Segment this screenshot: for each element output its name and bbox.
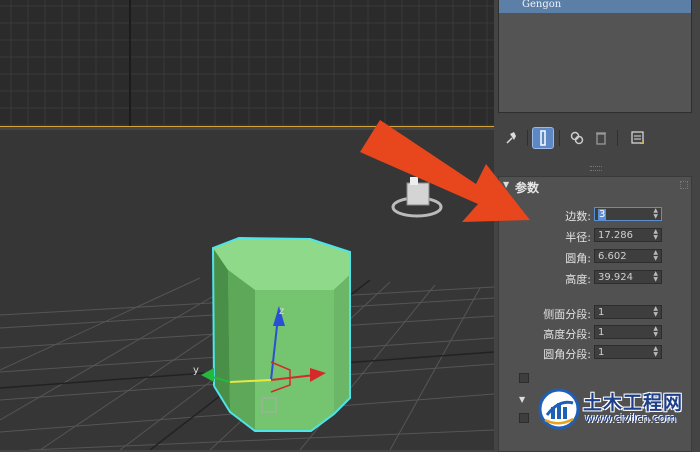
top-viewport-grid <box>0 0 494 126</box>
param-value: 6.602 <box>598 251 627 262</box>
spinner-arrows-icon[interactable]: ▲ ▼ <box>653 250 658 262</box>
param-value: 1 <box>598 307 605 318</box>
sub-rollout-triangle-icon[interactable]: ▼ <box>519 395 525 404</box>
param-row-fillet-segs: 圆角分段: 1 ▲ ▼ <box>499 345 691 361</box>
watermark-logo: 土木工程网 www.civilcn.com <box>537 385 700 433</box>
param-row-height: 高度: 39.924 ▲ ▼ <box>499 270 691 286</box>
param-row-fillet: 圆角: 6.602 ▲ ▼ <box>499 249 691 265</box>
param-label: 边数: <box>565 210 591 223</box>
gengon-object <box>211 236 351 432</box>
height-spinner-field[interactable]: 39.924 ▲ ▼ <box>594 270 662 284</box>
spinner-arrows-icon[interactable]: ▲ ▼ <box>653 306 658 318</box>
param-row-height-segs: 高度分段: 1 ▲ ▼ <box>499 325 691 341</box>
sides-spinner-field[interactable]: 3 ▲ ▼ <box>594 207 662 221</box>
rollout-drag-handle-icon <box>680 181 688 189</box>
height-segs-spinner-field[interactable]: 1 ▲ ▼ <box>594 325 662 339</box>
fillet-spinner-field[interactable]: 6.602 ▲ ▼ <box>594 249 662 263</box>
spinner-arrows-icon[interactable]: ▲ ▼ <box>653 229 658 241</box>
watermark-name: 土木工程网 <box>583 392 684 414</box>
annotation-arrow <box>360 120 530 222</box>
logo-emblem-icon <box>538 388 580 430</box>
param-value: 1 <box>598 327 605 338</box>
smooth-checkbox[interactable] <box>519 373 529 383</box>
top-viewport[interactable] <box>0 0 494 126</box>
spinner-arrows-icon[interactable]: ▲ ▼ <box>653 208 658 220</box>
param-label: 高度: <box>565 273 591 286</box>
spinner-arrows-icon[interactable]: ▲ ▼ <box>653 271 658 283</box>
remove-modifier-icon[interactable] <box>590 127 612 149</box>
param-label: 高度分段: <box>543 328 591 341</box>
configure-modifier-sets-icon[interactable] <box>627 127 649 149</box>
toolbar-divider <box>559 130 560 146</box>
param-label: 半径: <box>565 231 591 244</box>
param-label: 圆角: <box>565 252 591 265</box>
radius-spinner-field[interactable]: 17.286 ▲ ▼ <box>594 228 662 242</box>
param-label: 圆角分段: <box>543 348 591 361</box>
param-value: 1 <box>598 347 605 358</box>
gizmo-z-label: z <box>279 306 284 317</box>
panel-resize-grip[interactable] <box>590 166 602 171</box>
param-value: 17.286 <box>598 230 633 241</box>
param-label: 侧面分段: <box>543 308 591 321</box>
make-unique-icon[interactable] <box>566 127 588 149</box>
modifier-stack-list[interactable]: Gengon <box>498 0 692 113</box>
spinner-arrows-icon[interactable]: ▲ ▼ <box>653 346 658 358</box>
spinner-arrows-icon[interactable]: ▲ ▼ <box>653 326 658 338</box>
param-row-side-segs: 侧面分段: 1 ▲ ▼ <box>499 305 691 321</box>
watermark-url: www.civilcn.com <box>585 412 677 425</box>
toolbar-divider <box>617 130 618 146</box>
param-row-radius: 半径: 17.286 ▲ ▼ <box>499 228 691 244</box>
param-value: 3 <box>598 209 607 220</box>
gizmo-x-label: y <box>193 365 199 376</box>
side-segs-spinner-field[interactable]: 1 ▲ ▼ <box>594 305 662 319</box>
param-value: 39.924 <box>598 272 633 283</box>
option-checkbox[interactable] <box>519 413 529 423</box>
modifier-stack-item-selected[interactable]: Gengon <box>499 0 691 13</box>
fillet-segs-spinner-field[interactable]: 1 ▲ ▼ <box>594 345 662 359</box>
